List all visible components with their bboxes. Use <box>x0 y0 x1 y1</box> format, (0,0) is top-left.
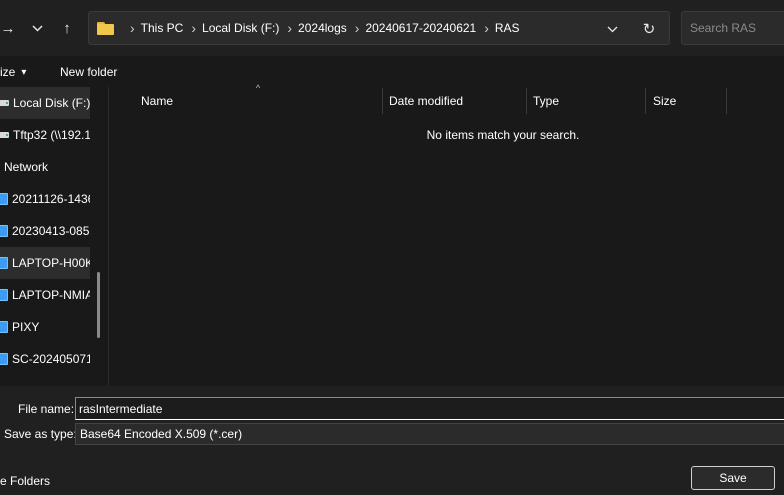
computer-icon <box>0 193 8 205</box>
refresh-icon: ↻ <box>642 21 656 38</box>
save-as-type-select[interactable]: Base64 Encoded X.509 (*.cer) <box>75 423 784 445</box>
column-header-label: Name <box>141 94 174 108</box>
column-header-name[interactable]: Name <box>141 88 381 114</box>
new-folder-label: New folder <box>60 65 118 79</box>
breadcrumb-separator: › <box>191 20 197 36</box>
file-name-label: File name: <box>18 402 75 416</box>
sidebar-item-computer[interactable]: LAPTOP-H00K <box>0 247 90 279</box>
sidebar-item-label: SC-202405071 <box>12 352 90 366</box>
address-dropdown-button[interactable] <box>603 19 621 39</box>
sidebar-item-computer[interactable]: SC-202405071 <box>0 343 90 375</box>
navigation-pane: Local Disk (F:) Tftp32 (\\192.1 Network … <box>0 87 100 386</box>
column-divider[interactable] <box>645 88 646 114</box>
computer-icon <box>0 321 8 333</box>
sidebar-item-label: Network <box>4 160 49 174</box>
hide-folders-toggle[interactable]: e Folders <box>0 474 50 488</box>
sidebar-item-label: LAPTOP-NMIA <box>12 288 90 302</box>
address-bar[interactable]: › This PC › Local Disk (F:) › 2024logs ›… <box>88 11 670 45</box>
search-placeholder: Search RAS <box>690 21 757 35</box>
sidebar-item-computer[interactable]: LAPTOP-NMIA <box>0 279 90 311</box>
file-name-input[interactable] <box>75 397 784 420</box>
organize-label: ize <box>0 65 16 79</box>
breadcrumb-separator: › <box>354 20 360 36</box>
column-header-label: Type <box>533 94 560 108</box>
breadcrumb-local-disk[interactable]: Local Disk (F:) <box>202 21 279 35</box>
save-button[interactable]: Save <box>691 466 775 490</box>
drive-icon <box>0 100 9 106</box>
column-divider[interactable] <box>726 88 727 114</box>
column-header-size[interactable]: Size <box>653 88 723 114</box>
forward-button[interactable]: → <box>0 12 16 44</box>
sidebar-item-label: Local Disk (F:) <box>13 96 90 110</box>
recent-locations-button[interactable] <box>26 12 48 44</box>
breadcrumb-separator: › <box>484 20 489 36</box>
organize-button[interactable]: ize ▾ <box>0 57 26 87</box>
sidebar-item-computer[interactable]: 20230413-0851 <box>0 215 90 247</box>
column-header-date-modified[interactable]: Date modified <box>389 88 524 114</box>
sidebar-scrollbar-thumb[interactable] <box>97 272 100 338</box>
breadcrumb-date-range[interactable]: 20240617-20240621 <box>365 21 476 35</box>
column-header-label: Size <box>653 94 677 108</box>
sidebar-item-label: PIXY <box>12 320 40 334</box>
hide-folders-label: e Folders <box>0 474 51 488</box>
sidebar-item-computer[interactable]: PIXY <box>0 311 90 343</box>
network-drive-icon <box>0 132 9 138</box>
save-as-type-label: Save as type: <box>4 427 77 441</box>
computer-icon <box>0 225 8 237</box>
breadcrumb-separator: › <box>287 20 293 36</box>
sidebar-item-label: 20211126-1436 <box>12 192 90 206</box>
breadcrumb-this-pc[interactable]: This PC <box>141 21 184 35</box>
save-as-type-value: Base64 Encoded X.509 (*.cer) <box>80 427 243 441</box>
computer-icon <box>0 353 8 365</box>
sidebar-item-label: 20230413-0851 <box>12 224 90 238</box>
sidebar-item-local-disk[interactable]: Local Disk (F:) <box>0 87 90 119</box>
up-button[interactable]: ↑ <box>56 12 78 44</box>
folder-icon <box>97 21 114 35</box>
new-folder-button[interactable]: New folder <box>60 57 117 87</box>
command-bar <box>0 57 784 87</box>
empty-results-message: No items match your search. <box>426 128 580 142</box>
search-input[interactable]: Search RAS <box>681 11 784 45</box>
caret-down-icon: ▾ <box>21 66 27 78</box>
chevron-down-icon <box>31 24 43 32</box>
column-header-type[interactable]: Type <box>533 88 643 114</box>
refresh-button[interactable]: ↻ <box>638 18 660 40</box>
arrow-up-icon: ↑ <box>63 19 71 37</box>
breadcrumb-separator: › <box>130 20 135 36</box>
sidebar-item-label: Tftp32 (\\192.1 <box>13 128 90 142</box>
pane-divider[interactable] <box>108 87 109 386</box>
save-button-label: Save <box>719 471 747 485</box>
breadcrumb-ras[interactable]: RAS <box>495 21 520 35</box>
column-header-label: Date modified <box>389 94 464 108</box>
chevron-down-icon <box>607 26 617 32</box>
column-divider[interactable] <box>526 88 527 114</box>
computer-icon <box>0 289 8 301</box>
sidebar-item-label: LAPTOP-H00K <box>12 256 90 270</box>
sidebar-item-computer[interactable]: 20211126-1436 <box>0 183 90 215</box>
arrow-right-icon: → <box>0 19 16 37</box>
breadcrumb-2024logs[interactable]: 2024logs <box>298 21 347 35</box>
column-divider[interactable] <box>382 88 383 114</box>
sidebar-item-tftp32[interactable]: Tftp32 (\\192.1 <box>0 119 90 151</box>
computer-icon <box>0 257 8 269</box>
sidebar-item-network[interactable]: Network <box>0 151 90 183</box>
